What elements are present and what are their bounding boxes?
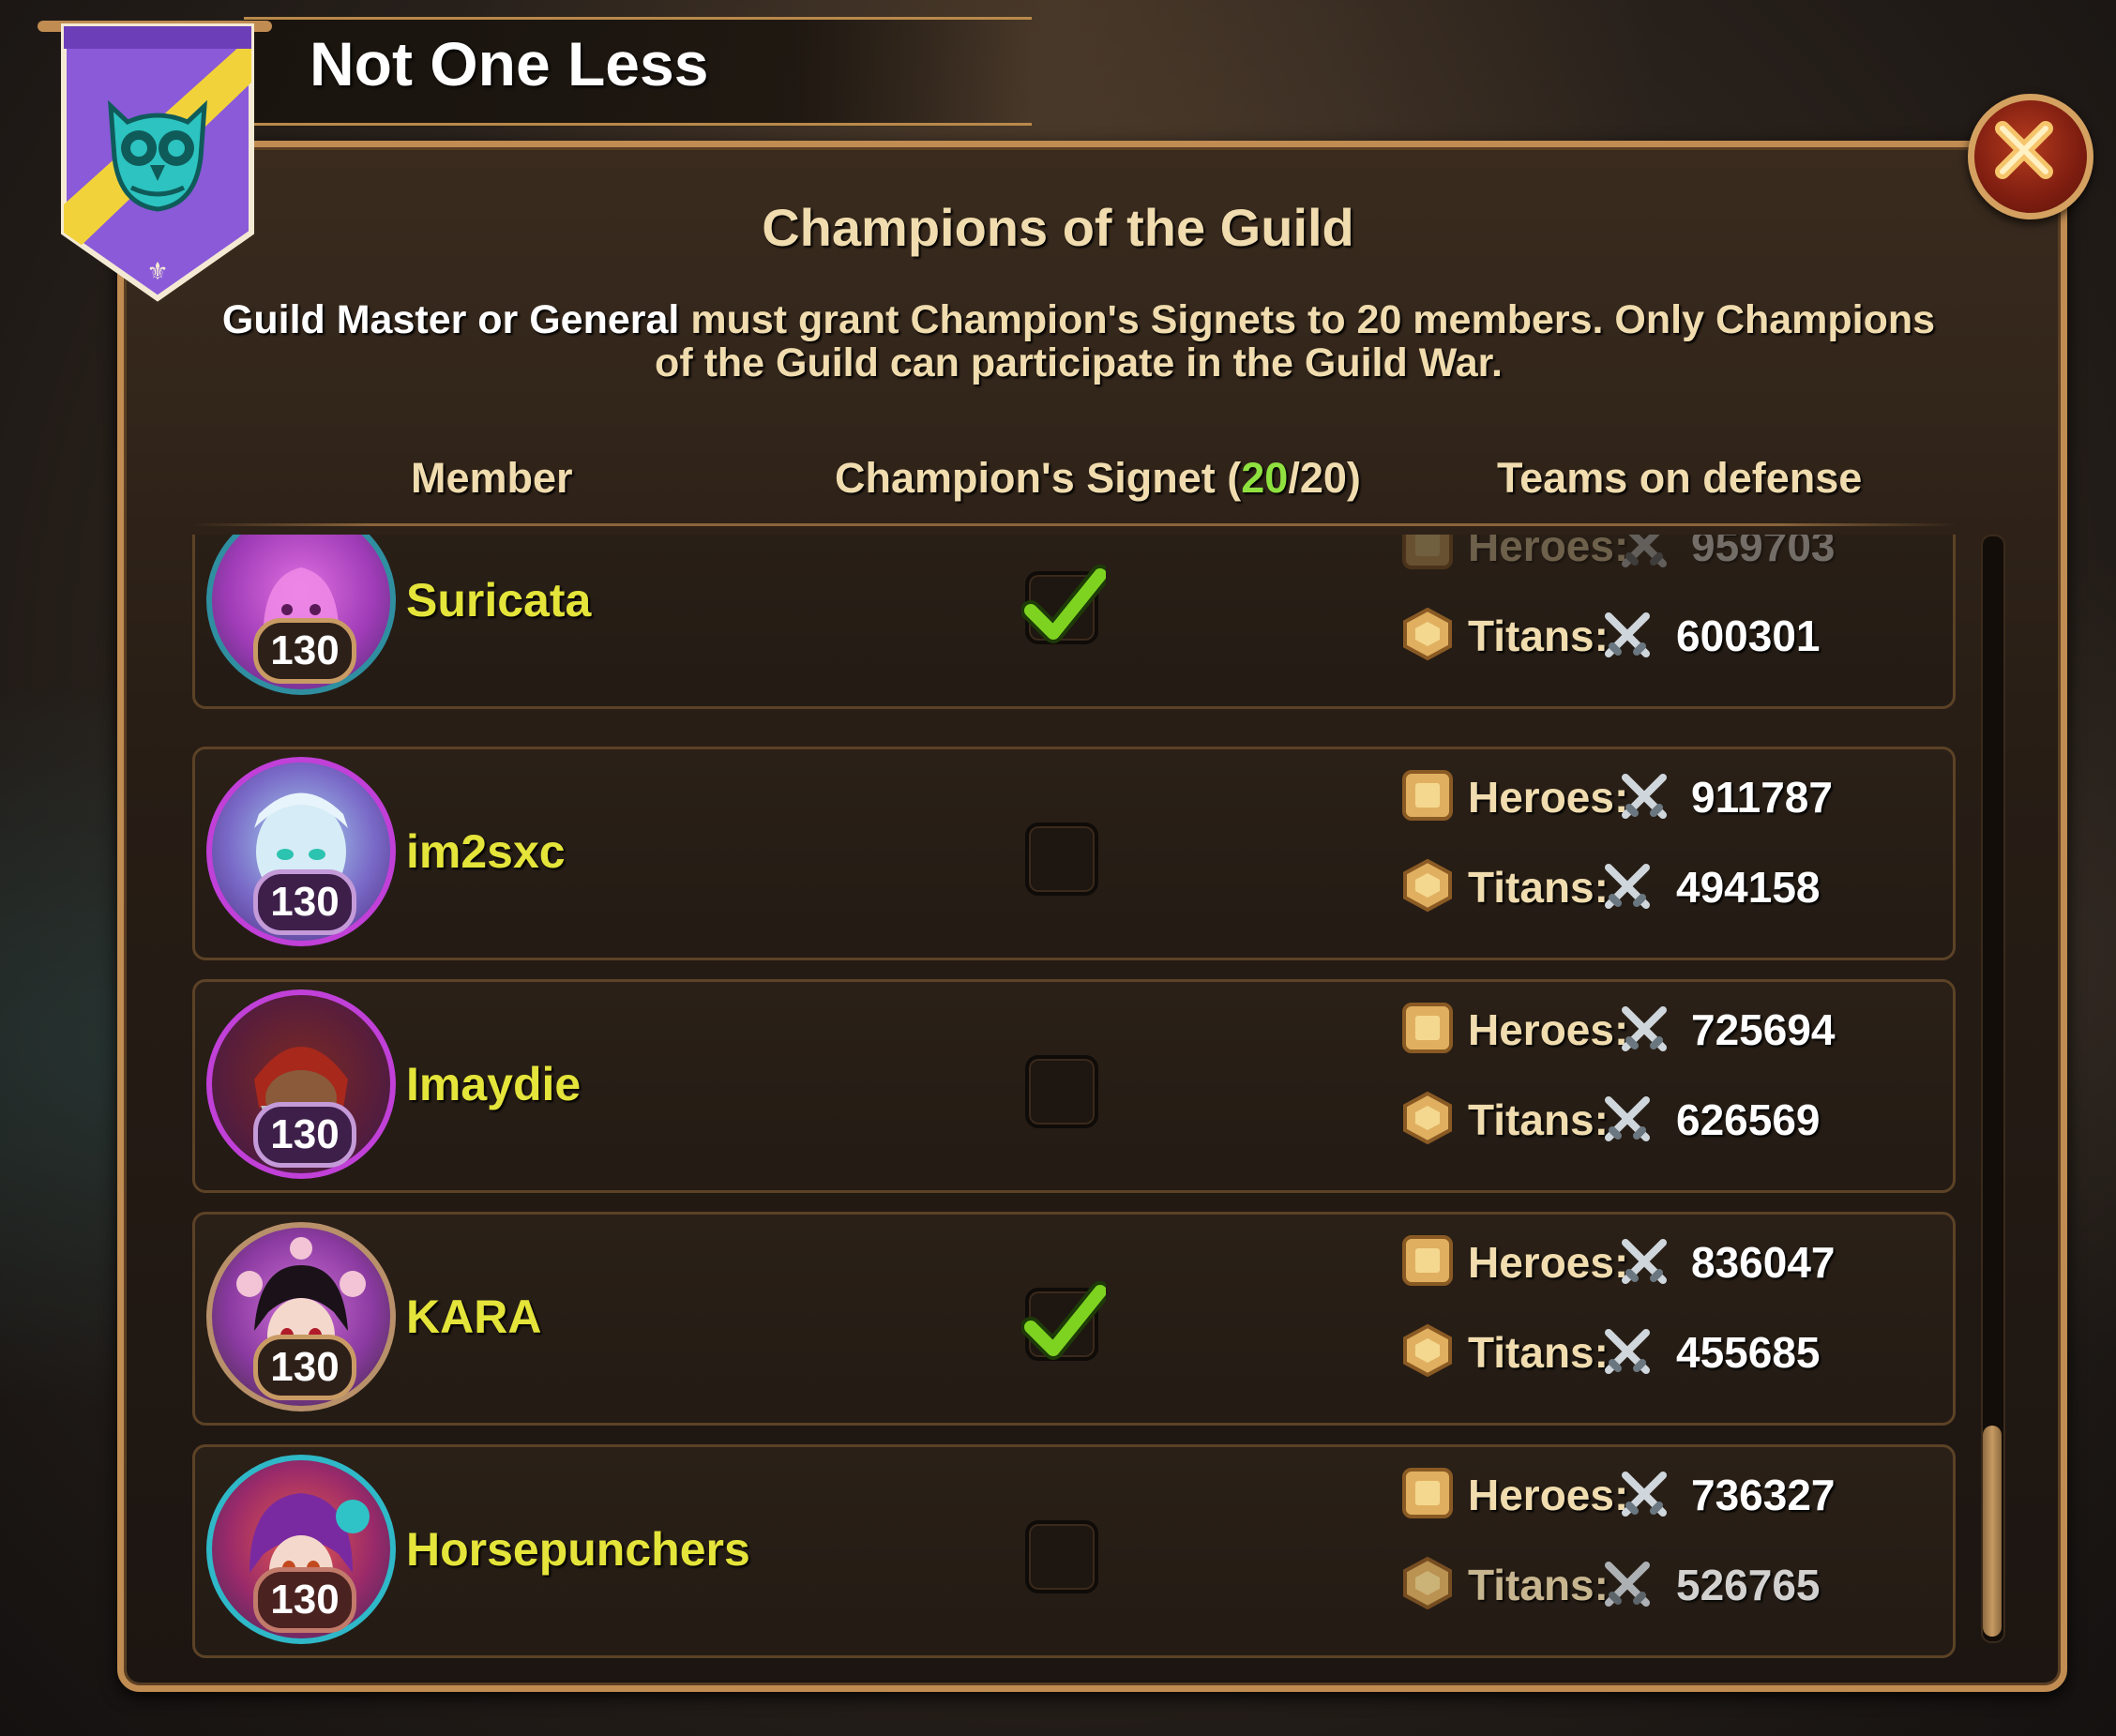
member-name[interactable]: Imaydie <box>406 1057 581 1111</box>
titans-label: Titans: <box>1468 1095 1609 1144</box>
titans-label: Titans: <box>1468 1328 1609 1377</box>
heroes-emblem-icon <box>1402 1468 1453 1518</box>
titans-power: 494158 <box>1676 863 1821 912</box>
titans-emblem-icon <box>1403 1556 1452 1610</box>
svg-text:⚜: ⚜ <box>146 258 168 286</box>
heroes-power: 836047 <box>1691 1238 1836 1287</box>
signet-open: ( <box>1227 454 1242 502</box>
titans-emblem-icon <box>1403 1323 1452 1378</box>
heroes-label: Heroes: <box>1468 535 1629 570</box>
member-row[interactable]: 130 KARA Heroes: 836047 Titans: 455685 <box>192 1212 1956 1426</box>
column-header-member: Member <box>411 454 573 502</box>
member-name[interactable]: im2sxc <box>406 824 566 879</box>
heroes-emblem-icon <box>1402 1003 1453 1053</box>
description-rest: must grant Champion's Signets to 20 memb… <box>655 297 1936 385</box>
description-lead: Guild Master or General <box>221 297 680 342</box>
guild-name: Not One Less <box>310 29 709 98</box>
level-badge: 130 <box>253 869 356 935</box>
member-row[interactable]: 130 im2sxc Heroes: 911787 Titans: 494158 <box>192 747 1956 960</box>
crossed-swords-icon <box>1605 1562 1650 1607</box>
crossed-swords-icon <box>1605 1329 1650 1374</box>
crossed-swords-icon <box>1622 774 1667 819</box>
crossed-swords-icon <box>1622 1239 1667 1284</box>
crossed-swords-icon <box>1605 864 1650 909</box>
titans-label: Titans: <box>1468 1561 1609 1609</box>
crossed-swords-icon <box>1605 1096 1650 1141</box>
heroes-power: 736327 <box>1691 1471 1836 1519</box>
member-list[interactable]: 130 Suricata Heroes: 959703 Titans: 6003… <box>192 535 1956 1669</box>
titans-power: 455685 <box>1676 1328 1821 1377</box>
signet-checkbox[interactable] <box>1021 565 1106 644</box>
heroes-emblem-icon <box>1402 1235 1453 1286</box>
titans-label: Titans: <box>1468 863 1609 912</box>
crossed-swords-icon <box>1622 535 1667 567</box>
level-badge: 130 <box>253 1567 356 1633</box>
titans-power: 626569 <box>1676 1095 1821 1144</box>
signet-label: Champion's Signet <box>835 454 1216 502</box>
member-row[interactable]: 130 Imaydie Heroes: 725694 Titans: 62656… <box>192 979 1956 1193</box>
titans-emblem-icon <box>1403 1091 1452 1145</box>
dialog-title: Champions of the Guild <box>762 198 1354 257</box>
crossed-swords-icon <box>1605 612 1650 657</box>
signet-checkbox[interactable] <box>1025 823 1098 896</box>
heroes-emblem-icon <box>1402 770 1453 821</box>
signet-checkbox[interactable] <box>1025 1055 1098 1128</box>
heroes-power: 911787 <box>1691 773 1833 822</box>
level-badge: 130 <box>253 618 356 684</box>
signet-close: ) <box>1346 454 1361 502</box>
heroes-power: 725694 <box>1691 1005 1836 1054</box>
titans-power: 526765 <box>1676 1561 1821 1609</box>
column-header-signet: Champion's Signet (20/20) <box>835 454 1361 503</box>
signet-checkbox[interactable] <box>1025 1520 1098 1593</box>
column-header-teams: Teams on defense <box>1497 454 1863 502</box>
dialog-description: Guild Master or General must grant Champ… <box>216 298 1942 385</box>
green-checkmark-icon <box>1021 1281 1106 1360</box>
signet-total: 20 <box>1299 454 1347 502</box>
heroes-power: 959703 <box>1691 535 1836 570</box>
heroes-label: Heroes: <box>1468 773 1629 822</box>
level-badge: 130 <box>253 1335 356 1400</box>
heroes-label: Heroes: <box>1468 1005 1629 1054</box>
level-badge: 130 <box>253 1102 356 1168</box>
titans-emblem-icon <box>1403 858 1452 913</box>
crossed-swords-icon <box>1622 1472 1667 1517</box>
titans-emblem-icon <box>1403 607 1452 661</box>
member-name[interactable]: Suricata <box>406 573 591 627</box>
signet-sep: / <box>1288 454 1300 502</box>
guild-banner: ⚜ <box>38 17 272 308</box>
signet-current: 20 <box>1241 454 1289 502</box>
owl-emblem-icon: ⚜ <box>38 21 272 302</box>
scrollbar-thumb[interactable] <box>1983 1426 2002 1637</box>
titans-power: 600301 <box>1676 611 1821 660</box>
heroes-emblem-icon <box>1402 535 1453 569</box>
close-icon <box>1995 121 2053 179</box>
member-name[interactable]: KARA <box>406 1290 541 1344</box>
heroes-label: Heroes: <box>1468 1471 1629 1519</box>
member-row[interactable]: 130 Horsepunchers Heroes: 736327 Titans: <box>192 1444 1956 1658</box>
signet-checkbox[interactable] <box>1021 1281 1106 1361</box>
titans-label: Titans: <box>1468 611 1609 660</box>
heroes-label: Heroes: <box>1468 1238 1629 1287</box>
member-row[interactable]: 130 Suricata Heroes: 959703 Titans: 6003… <box>192 535 1956 709</box>
header-divider <box>192 523 1956 526</box>
crossed-swords-icon <box>1622 1006 1667 1051</box>
member-name[interactable]: Horsepunchers <box>406 1522 750 1577</box>
green-checkmark-icon <box>1021 565 1106 643</box>
